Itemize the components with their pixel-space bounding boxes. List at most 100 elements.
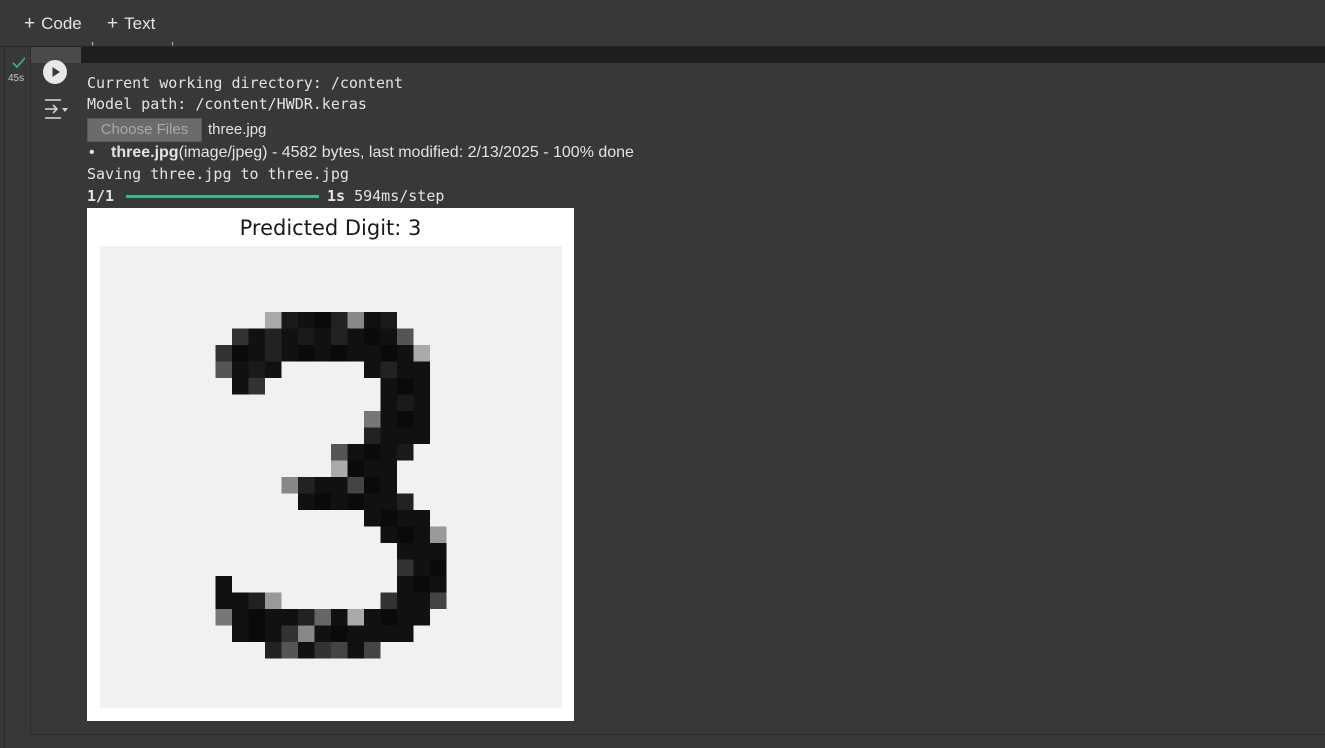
- add-text-label: Text: [124, 14, 156, 33]
- digit-pixel: [413, 411, 430, 428]
- digit-pixel: [380, 493, 397, 510]
- digit-pixel: [331, 328, 348, 345]
- digit-pixel: [380, 345, 397, 362]
- digit-pixel: [380, 361, 397, 378]
- digit-pixel: [248, 592, 265, 609]
- add-text-button[interactable]: + Text: [107, 12, 155, 36]
- digit-pixel: [265, 361, 282, 378]
- digit-pixel: [380, 510, 397, 527]
- model-path-line: Model path: /content/HWDR.keras: [87, 95, 367, 113]
- digit-pixel: [347, 609, 364, 626]
- digit-pixel: [298, 312, 315, 329]
- digit-pixel: [380, 378, 397, 395]
- figure-title: Predicted Digit: 3: [239, 216, 422, 240]
- digit-pixel: [298, 625, 315, 642]
- cell-gutter: 45s: [4, 47, 30, 748]
- add-code-label: Code: [41, 14, 82, 33]
- digit-pixel: [298, 477, 315, 494]
- digit-pixel: [364, 642, 381, 659]
- digit-pixel: [347, 444, 364, 461]
- uploaded-file-details: (image/jpeg) - 4582 bytes, last modified…: [178, 144, 634, 161]
- add-code-button[interactable]: + Code: [24, 12, 82, 36]
- digit-pixel: [265, 625, 282, 642]
- digit-pixel: [397, 526, 414, 543]
- prediction-progress: 1/1 1s 594ms/step: [87, 186, 444, 207]
- digit-pixel: [281, 609, 298, 626]
- code-editor-strip[interactable]: ' ': [81, 40, 1325, 63]
- digit-pixel: [397, 559, 414, 576]
- digit-pixel: [413, 345, 430, 362]
- digit-pixel: [281, 477, 298, 494]
- digit-pixel: [314, 493, 331, 510]
- output-actions-button[interactable]: [43, 97, 71, 121]
- digit-pixel: [215, 361, 232, 378]
- digit-pixel: [380, 444, 397, 461]
- digit-pixel: [413, 609, 430, 626]
- digit-pixel: [314, 609, 331, 626]
- digit-pixel: [364, 361, 381, 378]
- execution-time: 45s: [8, 73, 25, 84]
- digit-pixel: [413, 543, 430, 560]
- digit-pixel: [413, 592, 430, 609]
- digit-pixel: [248, 345, 265, 362]
- digit-pixel: [364, 493, 381, 510]
- digit-pixel: [413, 361, 430, 378]
- digit-pixel: [331, 625, 348, 642]
- cwd-line: Current working directory: /content: [87, 74, 404, 92]
- digit-pixel: [364, 510, 381, 527]
- digit-pixel: [413, 559, 430, 576]
- digit-pixel: [397, 378, 414, 395]
- digit-pixel: [397, 394, 414, 411]
- digit-pixel: [248, 625, 265, 642]
- digit-pixel: [397, 345, 414, 362]
- progress-step: 1/1: [87, 187, 115, 205]
- digit-pixel: [331, 345, 348, 362]
- digit-pixel: [347, 460, 364, 477]
- digit-pixel: [314, 345, 331, 362]
- code-fragment: ': [169, 40, 177, 54]
- saving-line: Saving three.jpg to three.jpg: [87, 165, 349, 183]
- digit-pixel: [232, 378, 249, 395]
- digit-pixel: [331, 609, 348, 626]
- digit-pixel: [380, 609, 397, 626]
- digit-pixel: [380, 328, 397, 345]
- digit-pixel: [397, 510, 414, 527]
- notebook-toolbar: + Code + Text: [0, 0, 1325, 47]
- progress-bar: [126, 195, 319, 198]
- digit-pixel: [364, 625, 381, 642]
- digit-pixel: [331, 312, 348, 329]
- digit-pixel: [331, 444, 348, 461]
- digit-pixel: [232, 361, 249, 378]
- digit-pixel: [215, 609, 232, 626]
- digit-pixel: [397, 543, 414, 560]
- progress-per-step: 594ms/step: [354, 187, 445, 205]
- digit-pixel: [380, 460, 397, 477]
- digit-pixel: [364, 609, 381, 626]
- progress-elapsed: 1s: [327, 187, 346, 205]
- digit-pixel: [265, 345, 282, 362]
- digit-pixel: [265, 312, 282, 329]
- digit-pixel: [347, 328, 364, 345]
- run-cell-button[interactable]: [43, 60, 67, 84]
- digit-pixel: [314, 642, 331, 659]
- digit-pixel: [215, 592, 232, 609]
- digit-pixel: [248, 378, 265, 395]
- digit-pixel: [413, 394, 430, 411]
- digit-pixel: [364, 477, 381, 494]
- digit-pixel: [281, 625, 298, 642]
- digit-pixel: [281, 345, 298, 362]
- uploaded-file-item: • three.jpg(image/jpeg) - 4582 bytes, las…: [87, 143, 634, 163]
- digit-pixel: [397, 493, 414, 510]
- choose-files-button[interactable]: Choose Files: [87, 118, 202, 142]
- digit-pixel: [364, 345, 381, 362]
- code-fragment: ': [89, 40, 97, 54]
- digit-pixel: [413, 576, 430, 593]
- digit-pixel: [331, 642, 348, 659]
- digit-pixel: [298, 609, 315, 626]
- digit-pixel: [397, 361, 414, 378]
- digit-pixel: [265, 592, 282, 609]
- digit-pixel: [380, 312, 397, 329]
- digit-pixel: [347, 312, 364, 329]
- digit-pixel: [413, 427, 430, 444]
- digit-pixel: [298, 345, 315, 362]
